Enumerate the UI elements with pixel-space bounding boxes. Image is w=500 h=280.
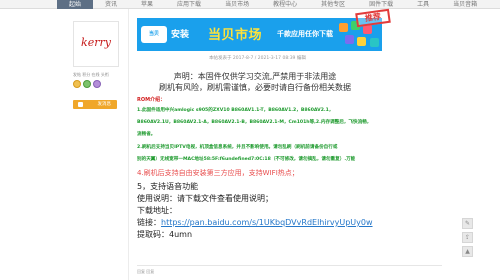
usage-text: 使用说明：请下载文件查看使用说明； — [137, 194, 273, 203]
nav-menu: 起始 资讯 苹果 应用下载 当贝市场 教程中心 其他专区 固件下载 工具 当贝音… — [57, 0, 489, 9]
risk-warning-text: 刷机有风险，刷机需谨慎，必要时请自行备份相关数据 — [159, 83, 351, 92]
nav-item-app-download[interactable]: 应用下载 — [165, 0, 213, 9]
download-link[interactable]: https://pan.baidu.com/s/1UKbqDVvRdElhirv… — [161, 218, 373, 227]
nav-item-other[interactable]: 其他专区 — [309, 0, 357, 9]
medal-icon — [93, 80, 101, 88]
nav-item-speaker[interactable]: 当贝音箱 — [441, 0, 489, 9]
declaration-text: 声明：本固件仅供学习交流,严禁用于非法用途 — [173, 72, 337, 81]
share-icon[interactable]: ⇪ — [462, 232, 473, 243]
app-icon — [370, 38, 379, 47]
app-icon — [345, 35, 354, 44]
feature-line: 2.刷机后支持当贝IPTV电视，机顶盒信息系统，并且不影响使用。请勿乱刷（刷机前… — [137, 145, 338, 150]
post-date: 本帖发表于 2017-8-7 / 2021-3-17 08:39 编辑 — [209, 56, 306, 61]
nav-item-apple[interactable]: 苹果 — [129, 0, 165, 9]
medal-icon — [73, 80, 81, 88]
comment-icon[interactable]: ✎ — [462, 218, 473, 229]
banner-install-text: 安装 — [171, 30, 190, 40]
nav-item-firmware[interactable]: 固件下载 — [357, 0, 405, 9]
nav-item-tools[interactable]: 工具 — [405, 0, 441, 9]
author-panel: kerry 发帖 积分 在线 头衔 发消息 — [57, 9, 127, 280]
reply-link[interactable]: 回复 回复 — [137, 269, 154, 275]
nav-item-news[interactable]: 资讯 — [93, 0, 129, 9]
extract-code: 提取码：4umn — [137, 230, 193, 239]
app-icon — [357, 37, 366, 46]
user-meta: 发帖 积分 在线 头衔 — [73, 72, 109, 77]
nav-item-tutorials[interactable]: 教程中心 — [261, 0, 309, 9]
medal-icon — [83, 80, 91, 88]
send-message-label: 发消息 — [97, 102, 112, 107]
nav-item-home[interactable]: 起始 — [57, 0, 94, 9]
voice-feature-text: 5，支持语音功能 — [137, 182, 199, 191]
dangbei-logo: 当贝 — [141, 26, 167, 43]
avatar-text: kerry — [81, 36, 111, 49]
banner-market-name: 当贝市场 — [208, 28, 263, 43]
post-body: 当贝 安装 当贝市场 千款应用任你下载 推荐 本帖发表于 2017-8-7 / … — [128, 8, 448, 280]
medal-row — [73, 80, 101, 88]
feature-line: 别的天翼）无线宽带一MAC地址58:5F:f6undefined7:0C:18（… — [137, 157, 356, 162]
right-gutter: ✎ ⇪ ▲ — [448, 9, 500, 280]
recommend-stamp: 推荐 — [355, 8, 391, 28]
avatar[interactable]: kerry — [73, 21, 119, 67]
message-icon — [78, 102, 83, 107]
send-message-button[interactable]: 发消息 — [73, 100, 117, 109]
download-label: 下载地址： — [137, 206, 177, 215]
rom-intro-title: ROM介绍： — [137, 97, 166, 103]
download-link-row: 链接：https://pan.baidu.com/s/1UKbqDVvRdElh… — [137, 217, 373, 228]
feature-line: 流畅省。 — [137, 132, 156, 137]
feature-line: 1.此固件适用中兴amlogic s905的ZXV10 B860AV1.1-T，… — [137, 108, 334, 113]
up-icon[interactable]: ▲ — [462, 246, 473, 257]
app-icon — [339, 23, 348, 32]
ad-banner[interactable]: 当贝 安装 当贝市场 千款应用任你下载 — [137, 18, 382, 51]
feature-line: B860AV2.1U，B860AV2.1-A，B860AV2.1-B，B860A… — [137, 120, 372, 125]
nav-item-dangbei-market[interactable]: 当贝市场 — [213, 0, 261, 9]
reply-bar: 回复 回复 — [137, 265, 442, 274]
top-nav: 起始 资讯 苹果 应用下载 当贝市场 教程中心 其他专区 固件下载 工具 当贝音… — [0, 0, 500, 9]
banner-slogan: 千款应用任你下载 — [277, 30, 333, 38]
feature-line: 4.刷机后支持自由安装第三方应用，支持WIFI热点； — [137, 169, 299, 177]
link-label: 链接： — [137, 218, 161, 227]
app-icon — [363, 25, 372, 34]
